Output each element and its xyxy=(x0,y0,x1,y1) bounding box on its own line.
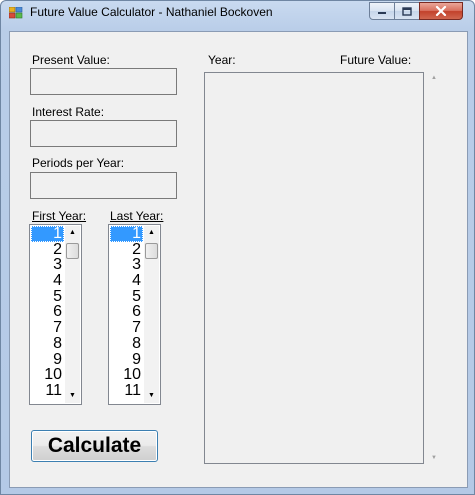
calculate-button[interactable]: Calculate xyxy=(31,430,158,462)
first-year-item[interactable]: 10 xyxy=(31,367,64,383)
last-year-item[interactable]: 2 xyxy=(110,241,143,258)
scroll-down-icon[interactable]: ▼ xyxy=(65,389,80,403)
form-client-area: Present Value: Interest Rate: Periods pe… xyxy=(9,31,468,488)
minimize-button[interactable] xyxy=(369,2,395,20)
close-icon xyxy=(435,6,447,16)
close-button[interactable] xyxy=(419,2,463,20)
maximize-button[interactable] xyxy=(394,2,420,20)
last-year-items: 1 2 3 4 5 6 7 8 9 10 11 xyxy=(110,226,143,399)
minimize-icon xyxy=(378,12,386,14)
first-year-item[interactable]: 5 xyxy=(31,288,64,305)
scroll-down-icon[interactable]: ▼ xyxy=(429,452,439,464)
last-year-label: Last Year: xyxy=(110,209,164,223)
interest-rate-label: Interest Rate: xyxy=(32,105,105,119)
first-year-item[interactable]: 9 xyxy=(31,351,64,368)
last-year-item[interactable]: 7 xyxy=(110,320,143,336)
last-year-item[interactable]: 4 xyxy=(110,273,143,289)
present-value-input[interactable] xyxy=(30,68,177,95)
last-year-listbox[interactable]: 1 2 3 4 5 6 7 8 9 10 11 ▲ ▼ xyxy=(108,224,161,405)
scroll-up-icon[interactable]: ▲ xyxy=(65,226,80,240)
first-year-item[interactable]: 2 xyxy=(31,241,64,258)
app-window: Future Value Calculator - Nathaniel Bock… xyxy=(0,0,475,495)
scroll-thumb[interactable] xyxy=(66,243,79,259)
last-year-item[interactable]: 1 xyxy=(110,226,143,242)
first-year-label: First Year: xyxy=(32,209,87,223)
results-scrollbar[interactable]: ▲ ▼ xyxy=(429,72,439,464)
first-year-item[interactable]: 1 xyxy=(31,226,64,242)
scroll-down-icon[interactable]: ▼ xyxy=(144,389,159,403)
periods-per-year-label: Periods per Year: xyxy=(32,156,125,170)
first-year-scrollbar[interactable]: ▲ ▼ xyxy=(65,226,80,403)
last-year-item[interactable]: 9 xyxy=(110,351,143,368)
first-year-item[interactable]: 8 xyxy=(31,335,64,352)
last-year-scrollbar[interactable]: ▲ ▼ xyxy=(144,226,159,403)
first-year-item[interactable]: 4 xyxy=(31,273,64,289)
present-value-label: Present Value: xyxy=(32,53,110,67)
window-title: Future Value Calculator - Nathaniel Bock… xyxy=(30,5,273,19)
first-year-item[interactable]: 7 xyxy=(31,320,64,336)
scroll-thumb[interactable] xyxy=(145,243,158,259)
title-bar[interactable]: Future Value Calculator - Nathaniel Bock… xyxy=(1,1,474,25)
future-value-header: Future Value: xyxy=(340,53,412,67)
last-year-item[interactable]: 5 xyxy=(110,288,143,305)
scroll-up-icon[interactable]: ▲ xyxy=(144,226,159,240)
first-year-items: 1 2 3 4 5 6 7 8 9 10 11 xyxy=(31,226,64,399)
first-year-item[interactable]: 6 xyxy=(31,304,64,320)
periods-per-year-input[interactable] xyxy=(30,172,177,199)
year-header: Year: xyxy=(208,53,236,67)
first-year-item[interactable]: 3 xyxy=(31,257,64,273)
last-year-item[interactable]: 3 xyxy=(110,257,143,273)
last-year-item[interactable]: 11 xyxy=(110,383,143,399)
app-icon xyxy=(9,7,23,19)
last-year-item[interactable]: 8 xyxy=(110,335,143,352)
interest-rate-input[interactable] xyxy=(30,120,177,147)
last-year-item[interactable]: 10 xyxy=(110,367,143,383)
results-listbox[interactable] xyxy=(204,72,424,464)
last-year-item[interactable]: 6 xyxy=(110,304,143,320)
maximize-icon xyxy=(402,6,412,16)
scroll-up-icon[interactable]: ▲ xyxy=(429,72,439,84)
first-year-listbox[interactable]: 1 2 3 4 5 6 7 8 9 10 11 ▲ ▼ xyxy=(29,224,82,405)
first-year-item[interactable]: 11 xyxy=(31,383,64,399)
